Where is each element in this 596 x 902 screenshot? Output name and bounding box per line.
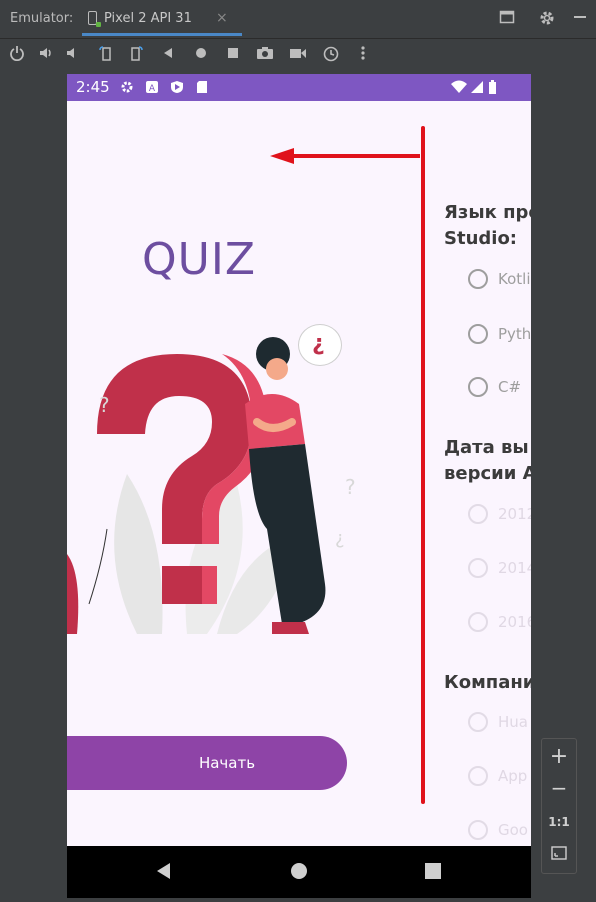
rotate-right-icon[interactable] [125,45,147,67]
emulator-toolbar [0,39,596,73]
radio-button[interactable] [468,324,488,344]
radio-button[interactable] [468,504,488,524]
sd-card-icon [197,81,207,93]
zoom-in-button[interactable]: + [542,744,576,769]
close-tab-icon[interactable]: × [216,10,228,26]
option-label: Goo [498,821,528,839]
option-label: 2014 [498,559,531,577]
wifi-icon [451,80,467,93]
radio-button[interactable] [468,712,488,732]
battery-icon [489,80,496,94]
question-heading: Язык проStudio: [444,202,531,249]
option-label: Pyth [498,325,531,343]
radio-button[interactable] [468,820,488,840]
radio-button[interactable] [468,766,488,786]
svg-text:?: ? [99,393,110,417]
overview-icon[interactable] [222,45,244,67]
fit-screen-icon[interactable] [542,845,576,865]
window-icon[interactable] [497,9,517,29]
settings-status-icon [121,81,133,93]
volume-up-icon[interactable] [35,45,57,67]
snapshot-icon[interactable] [320,45,342,67]
question-heading: Компани [444,672,531,693]
option-label: 2012 [498,505,531,523]
option-label: App [498,767,528,785]
option-label: Kotli [498,270,531,288]
question-dot-shape [162,566,202,604]
a-status-icon: A [146,81,158,94]
radio-button[interactable] [468,612,488,632]
minimize-icon[interactable] [570,9,590,29]
video-icon[interactable] [287,45,309,67]
gear-icon[interactable] [537,9,557,29]
quiz-title: QUIZ [142,234,256,285]
signal-icon [471,81,483,93]
question-heading: Дата вы версии A [444,437,531,484]
svg-text:A: A [149,84,156,94]
camera-icon[interactable] [254,45,276,67]
emulator-titlebar: Emulator: Pixel 2 API 31 × [0,0,596,39]
back-nav-icon[interactable] [155,862,173,880]
leaf-shape [114,474,163,634]
status-time: 2:45 [76,78,110,96]
zoom-out-button[interactable]: − [542,776,576,800]
option-label: Hua [498,713,528,731]
active-tab-indicator [82,33,242,36]
phone-icon [88,11,101,27]
emulator-label: Emulator: [10,11,74,26]
red-leaf-shape [67,554,79,634]
option-label: C# [498,378,522,396]
radio-button[interactable] [468,558,488,578]
overview-nav-icon[interactable] [424,862,442,880]
shield-status-icon [171,81,183,93]
device-tab-label: Pixel 2 API 31 [104,11,192,26]
radio-button[interactable] [468,377,488,397]
home-icon[interactable] [190,45,212,67]
device-tab[interactable]: Pixel 2 API 31 × [82,0,242,38]
home-nav-icon[interactable] [290,862,308,880]
zoom-controls: + − 1:1 [541,738,577,874]
zoom-one-to-one-button[interactable]: 1:1 [542,815,576,829]
annotation-arrow [270,126,425,804]
option-label: 2016 [498,613,531,631]
power-icon[interactable] [6,45,28,67]
android-nav-bar [67,846,531,898]
volume-down-icon[interactable] [62,45,84,67]
back-icon[interactable] [157,45,179,67]
android-status-bar: 2:45 A [67,74,531,101]
rotate-left-icon[interactable] [95,45,117,67]
more-icon[interactable] [352,45,374,67]
radio-button[interactable] [468,269,488,289]
